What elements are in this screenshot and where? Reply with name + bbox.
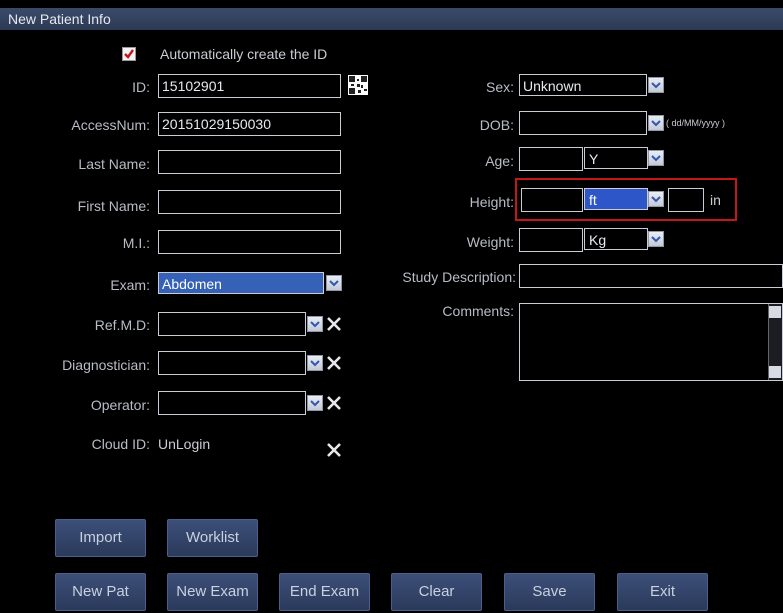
dob-field[interactable] [519,111,647,135]
id-label: ID: [132,79,150,95]
exam-select[interactable]: Abdomen [158,272,324,294]
access-num-label: AccessNum: [71,117,150,133]
clear-button[interactable]: Clear [391,573,482,611]
dob-dropdown-button[interactable] [648,115,664,131]
save-button[interactable]: Save [504,573,595,611]
weight-label: Weight: [466,234,514,250]
scroll-down-arrow-icon[interactable] [769,366,781,378]
weight-field[interactable] [519,228,583,252]
end-exam-button[interactable]: End Exam [279,573,370,611]
cloud-id-value: UnLogin [158,436,211,452]
mi-field[interactable] [158,230,341,254]
sex-select[interactable]: Unknown [519,74,647,96]
barcode-icon[interactable] [348,75,368,95]
window-title: New Patient Info [0,8,783,30]
exam-label: Exam: [110,277,150,293]
chevron-down-icon [310,360,320,367]
cloud-id-label: Cloud ID: [91,436,150,452]
sex-label: Sex: [485,79,514,95]
exit-button[interactable]: Exit [617,573,708,611]
diagnostician-dropdown-button[interactable] [307,355,323,371]
new-exam-button[interactable]: New Exam [167,573,258,611]
scroll-up-arrow-icon[interactable] [769,306,781,318]
chevron-down-icon [651,82,661,89]
dob-format-hint: ( dd/MM/yyyy ) [666,118,726,128]
comments-textarea[interactable] [519,303,783,381]
access-num-field[interactable]: 20151029150030 [158,112,341,136]
ref-md-clear-icon[interactable] [324,314,344,334]
auto-id-checkbox[interactable] [122,47,136,61]
chevron-down-icon [651,236,661,243]
ref-md-label: Ref.M.D: [94,317,150,333]
study-description-field[interactable] [519,264,783,288]
ref-md-dropdown-button[interactable] [307,316,323,332]
last-name-field[interactable] [158,150,341,174]
checkmark-icon [124,49,134,59]
ref-md-select[interactable] [158,312,306,336]
mi-label: M.I.: [122,235,150,251]
age-unit-dropdown-button[interactable] [648,150,664,166]
auto-id-label: Automatically create the ID [160,46,328,62]
new-pat-button[interactable]: New Pat [55,573,146,611]
height-label: Height: [469,194,514,210]
first-name-label: First Name: [77,198,150,214]
age-unit-select[interactable]: Y [584,147,648,169]
chevron-down-icon [651,155,661,162]
operator-label: Operator: [90,397,150,413]
age-label: Age: [485,153,514,169]
new-patient-dialog: New Patient Info Automatically create th… [0,0,783,613]
diagnostician-select[interactable] [158,351,306,375]
chevron-down-icon [310,400,320,407]
study-description-label: Study Description: [402,269,516,285]
comments-label: Comments: [442,303,514,319]
id-field[interactable]: 15102901 [158,74,341,98]
diagnostician-clear-icon[interactable] [324,353,344,373]
operator-select[interactable] [158,391,306,415]
import-button[interactable]: Import [55,519,146,557]
height-highlight-box [515,178,737,221]
dob-label: DOB: [479,117,514,133]
operator-dropdown-button[interactable] [307,395,323,411]
diagnostician-label: Diagnostician: [62,357,150,373]
cloud-id-clear-icon[interactable] [324,440,344,460]
sex-dropdown-button[interactable] [648,77,664,93]
operator-clear-icon[interactable] [324,393,344,413]
chevron-down-icon [329,280,339,287]
weight-unit-dropdown-button[interactable] [648,231,664,247]
comments-scrollbar[interactable] [768,304,782,380]
exam-dropdown-button[interactable] [326,275,342,291]
first-name-field[interactable] [158,190,341,214]
age-field[interactable] [519,147,583,171]
chevron-down-icon [310,321,320,328]
chevron-down-icon [651,120,661,127]
worklist-button[interactable]: Worklist [167,519,258,557]
last-name-label: Last Name: [78,156,150,172]
weight-unit-select[interactable]: Kg [584,228,648,250]
